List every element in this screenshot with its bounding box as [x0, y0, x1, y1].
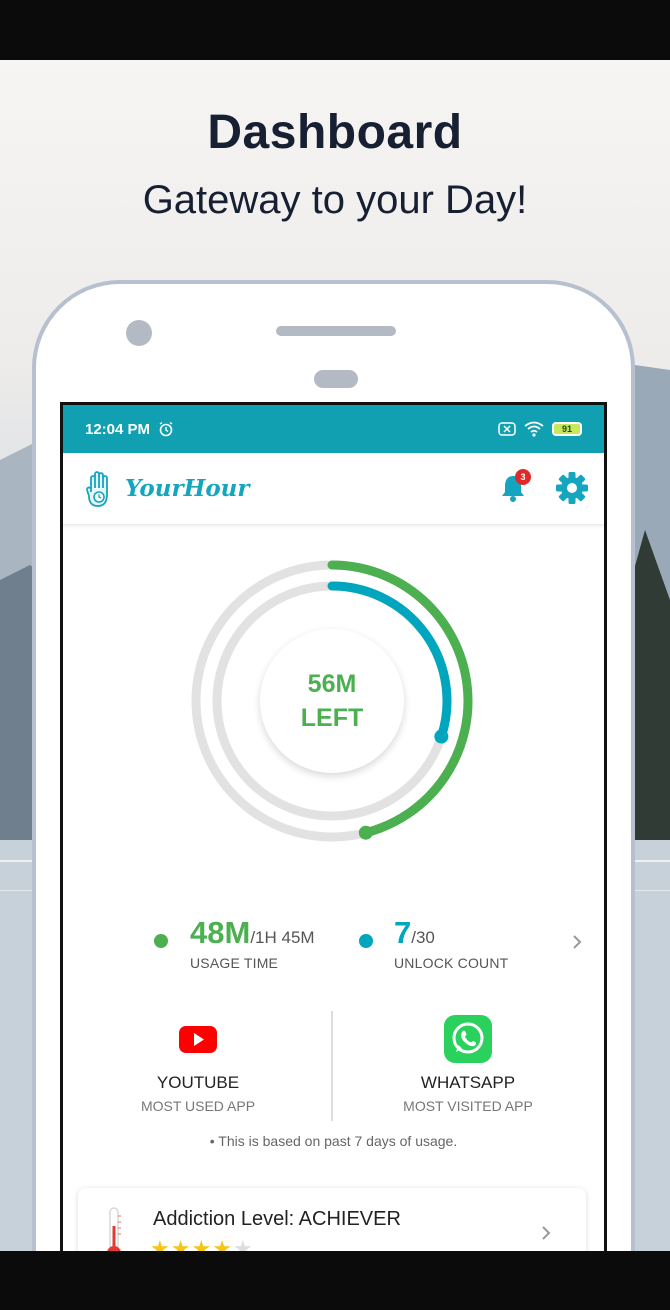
rating-star-icon: ★ [170, 1236, 192, 1251]
top-apps-section: YOUTUBE MOST USED APP WHATSAPP MOST VISI… [63, 1011, 604, 1131]
most-used-app-name: YOUTUBE [156, 1073, 240, 1092]
notifications-button[interactable]: 3 [499, 469, 531, 505]
yourhour-logo-icon [86, 470, 108, 507]
usage-time-limit: /1H 45M [250, 928, 315, 947]
time-left-label: LEFT [300, 704, 364, 732]
battery-indicator: 91 [552, 422, 582, 436]
chevron-right-icon[interactable] [571, 933, 583, 951]
thermometer-icon [107, 1207, 121, 1251]
settings-gear-icon[interactable] [555, 471, 589, 505]
most-visited-app-name: WHATSAPP [420, 1073, 516, 1092]
status-icons: 91 [498, 421, 582, 437]
app-brand-name: YourHour [125, 475, 250, 502]
wifi-icon [524, 421, 544, 437]
rating-star-icon: ★ [150, 1236, 171, 1251]
chevron-right-icon [542, 1226, 551, 1240]
app-bar: YourHour 3 [63, 453, 604, 525]
no-sim-icon [498, 422, 516, 436]
usage-time-current: 48M [190, 915, 251, 950]
earpiece-speaker [276, 326, 396, 336]
usage-time-label: USAGE TIME [190, 955, 279, 971]
usage-dot [154, 934, 168, 948]
phone-screen: 12:04 PM 91 YourHour 3 56M LEFT 48M/1H 4… [60, 402, 607, 1251]
rating-star-icon: ★ [212, 1236, 233, 1251]
status-time: 12:04 PM [85, 420, 151, 438]
addiction-level-title: Addiction Level: ACHIEVER [153, 1208, 401, 1230]
usage-ring: 56M LEFT [63, 545, 604, 845]
unlock-count-label: UNLOCK COUNT [394, 955, 509, 971]
most-visited-app-caption: MOST VISITED APP [403, 1098, 533, 1114]
most-visited-app[interactable]: WHATSAPP MOST VISITED APP [333, 1011, 603, 1114]
whatsapp-icon [444, 1015, 492, 1063]
notification-badge: 3 [515, 469, 531, 485]
unlock-dot [359, 934, 373, 948]
time-left-value: 56M [307, 670, 357, 698]
unlock-count-limit: /30 [411, 928, 435, 947]
rating-star-icon: ★ [191, 1236, 213, 1251]
alarm-icon [159, 421, 173, 437]
most-used-app[interactable]: YOUTUBE MOST USED APP [63, 1011, 333, 1114]
proximity-sensor [314, 370, 358, 388]
bottom-letterbox [0, 1251, 670, 1310]
unlock-count-value: 7/30 [394, 915, 435, 951]
time-left-display: 56M LEFT [260, 629, 404, 773]
rating-star-icon: ★ [232, 1236, 254, 1251]
status-bar: 12:04 PM 91 [63, 405, 604, 453]
addiction-rating-stars: ★★★★★ [150, 1236, 254, 1251]
front-camera [126, 320, 152, 346]
usage-time-value: 48M/1H 45M [190, 915, 315, 951]
top-letterbox [0, 0, 670, 60]
outer-progress-knob [358, 825, 373, 840]
addiction-level-card[interactable]: Addiction Level: ACHIEVER ★★★★★ [78, 1188, 586, 1251]
usage-basis-note: • This is based on past 7 days of usage. [209, 1133, 458, 1149]
inner-progress-knob [434, 729, 449, 744]
unlock-count-current: 7 [394, 915, 412, 950]
promo-subtitle: Gateway to your Day! [142, 178, 528, 222]
promo-title: Dashboard [207, 106, 463, 159]
usage-stats-row[interactable]: 48M/1H 45M USAGE TIME 7/30 UNLOCK COUNT [63, 911, 604, 981]
most-used-app-caption: MOST USED APP [140, 1098, 256, 1114]
youtube-icon [179, 1026, 217, 1053]
